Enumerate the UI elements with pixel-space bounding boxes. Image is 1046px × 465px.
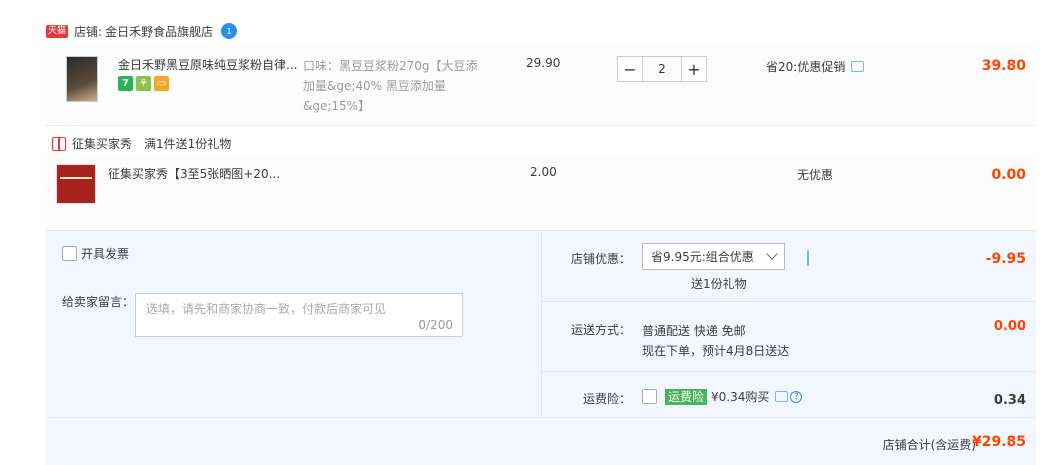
credit-card-icon: ▭ — [154, 76, 169, 91]
promo-info: 省20:优惠促销 — [766, 58, 865, 75]
divider — [541, 301, 1036, 302]
unit-price: 29.90 — [526, 56, 561, 70]
product-title-link[interactable]: 征集买家秀【3至5张晒图+20... — [108, 165, 298, 182]
comment-icon[interactable] — [807, 250, 809, 266]
store-total-line: 店铺合计(含运费) ¥29.85 — [46, 417, 1036, 465]
divider — [541, 371, 1036, 372]
service-tags: 7 ⚘ ▭ — [118, 76, 169, 91]
gift-icon — [52, 136, 66, 151]
seven-day-return-icon: 7 — [118, 76, 133, 91]
shipping-amount: 0.00 — [993, 319, 1026, 334]
wangwang-chat-icon[interactable]: 1 — [221, 23, 238, 39]
order-options-panel: 开具发票 给卖家留言： 选填，请先和商家协商一致，付款后商家可见 0/200 店… — [46, 230, 1036, 465]
product-thumbnail[interactable] — [66, 56, 98, 102]
shipping-eta: 现在下单，预计4月8日送达 — [642, 344, 790, 358]
gift-promo-line: 征集买家秀 满1件送1份礼物 — [52, 135, 231, 152]
insurance-badge: 运费险 — [665, 388, 708, 405]
promo-text: 省20:优惠促销 — [766, 60, 846, 74]
shipping-label: 运送方式： — [570, 323, 631, 337]
store-name-link[interactable]: 金日禾野食品旗舰店 — [105, 23, 213, 40]
shop-discount-select[interactable]: 省9.95元:组合优惠 — [642, 243, 785, 270]
tmall-badge: 天猫 — [46, 24, 69, 38]
shipping-info: 普通配送 快递 免邮 现在下单，预计4月8日送达 — [642, 321, 789, 361]
cart-item-row: 金日禾野黑豆原味纯豆浆粉自律... 7 ⚘ ▭ 口味：黑豆豆浆粉270g【大豆添… — [46, 44, 1036, 126]
cart-item-row: 征集买家秀【3至5张晒图+20... 2.00 无优惠 0.00 — [46, 155, 1036, 230]
store-total-amount: ¥29.85 — [971, 434, 1026, 450]
gift-label: 征集买家秀 — [72, 137, 133, 151]
store-total-label: 店铺合计(含运费) — [882, 438, 976, 452]
comment-icon[interactable] — [775, 391, 789, 402]
unit-price: 2.00 — [530, 165, 557, 179]
insurance-checkbox[interactable] — [642, 389, 657, 404]
shipping-method: 普通配送 快递 免邮 — [642, 324, 746, 338]
promo-text: 无优惠 — [797, 168, 834, 182]
product-title-link[interactable]: 金日禾野黑豆原味纯豆浆粉自律... — [118, 56, 300, 73]
insurance-price: ¥0.34购买 — [711, 390, 770, 404]
shop-discount-label: 店铺优惠： — [570, 252, 631, 266]
discount-amount: -9.95 — [985, 251, 1026, 267]
message-placeholder: 选填，请先和商家协商一致，付款后商家可见 — [146, 302, 387, 316]
insurance-amount: 0.34 — [993, 393, 1026, 408]
product-sku-attr: 口味：黑豆豆浆粉270g【大豆添加量&ge;40% 黑豆添加量&ge;15%】 — [303, 59, 478, 113]
shop-discount-value: 省9.95元:组合优惠 — [651, 250, 754, 264]
gift-desc: 满1件送1份礼物 — [144, 137, 232, 151]
seller-message-input[interactable]: 选填，请先和商家协商一致，付款后商家可见 0/200 — [135, 293, 463, 337]
decrease-button[interactable]: − — [617, 56, 643, 82]
quantity-input[interactable]: 2 — [643, 56, 681, 82]
help-icon[interactable]: ? — [790, 390, 803, 403]
message-label: 给卖家留言： — [62, 295, 135, 309]
discount-note: 送1份礼物 — [691, 277, 747, 291]
flower-service-icon: ⚘ — [136, 76, 151, 91]
increase-button[interactable]: + — [681, 56, 707, 82]
char-count: 0/200 — [418, 318, 453, 332]
insurance-option: 运费险 ¥0.34购买 ? — [642, 388, 803, 405]
item-subtotal: 39.80 — [981, 58, 1026, 74]
store-label: 店铺: — [74, 24, 103, 39]
store-header: 天猫 店铺: 金日禾野食品旗舰店 1 — [46, 22, 238, 40]
invoice-label: 开具发票 — [81, 247, 130, 261]
insurance-label: 运费险： — [582, 392, 631, 406]
invoice-option[interactable]: 开具发票 — [62, 245, 129, 262]
invoice-checkbox[interactable] — [62, 246, 77, 261]
quantity-stepper: − 2 + — [617, 56, 707, 82]
item-subtotal: 0.00 — [991, 167, 1026, 183]
chevron-down-icon — [766, 248, 778, 260]
comment-icon[interactable] — [851, 61, 865, 72]
product-thumbnail[interactable] — [56, 164, 96, 204]
